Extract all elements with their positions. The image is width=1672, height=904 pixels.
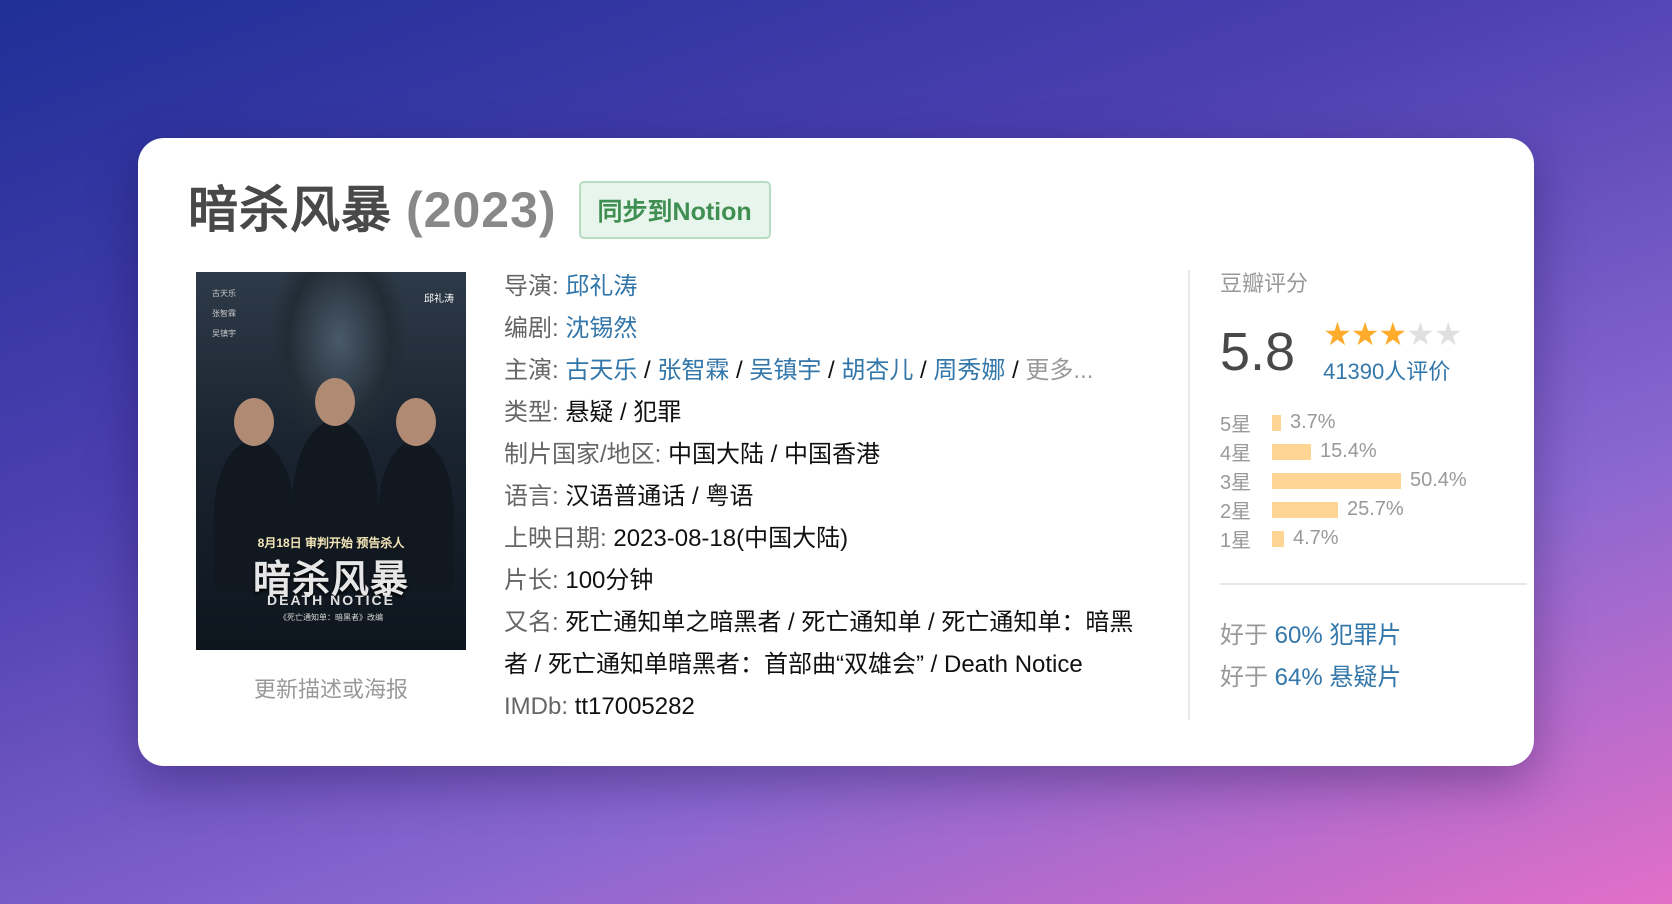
info-label: 主演: (504, 357, 566, 384)
genre-value: 悬疑 / 犯罪 (565, 399, 682, 426)
sync-notion-button[interactable]: 同步到Notion (578, 181, 771, 239)
better-than-link[interactable]: 64% 悬疑片 (1275, 664, 1402, 691)
star-filled-icon: ★ (1378, 316, 1407, 352)
separator: / (821, 357, 842, 384)
rating-bar (1272, 530, 1284, 547)
director-link[interactable]: 邱礼涛 (565, 273, 637, 300)
info-label: 上映日期: (504, 525, 614, 552)
star-empty-icon: ★ (1406, 316, 1435, 352)
imdb-value: tt17005282 (574, 693, 695, 720)
info-release: 上映日期: 2023-08-18(中国大陆) (504, 518, 1154, 560)
writer-link[interactable]: 沈锡然 (565, 315, 637, 342)
star-rating: ★★★★★ (1323, 316, 1463, 352)
rating-distribution-row: 3星 50.4% (1220, 466, 1520, 495)
cast-more-link[interactable]: 更多... (1025, 357, 1093, 384)
star-level-label: 5星 (1220, 414, 1252, 436)
star-level-label: 4星 (1220, 443, 1252, 465)
poster-credit: 张智霖 (212, 309, 236, 318)
rating-distribution-row: 2星 25.7% (1220, 495, 1520, 524)
rating-percent: 3.7% (1290, 411, 1336, 433)
poster-novel-line: 《死亡通知单：暗黑者》改编 (279, 613, 383, 622)
separator: / (913, 357, 934, 384)
movie-year: (2023) (406, 182, 557, 238)
rating-header: 豆瓣评分 (1220, 271, 1309, 296)
poster-section: 古天乐 张智霖 吴镇宇 邱礼涛 8月18日 审判开始 预告杀人 暗杀风暴 DEA… (196, 272, 466, 704)
separator: / (637, 357, 658, 384)
rating-count-link[interactable]: 41390人评价 (1323, 354, 1461, 386)
info-label: 语言: (504, 483, 566, 510)
cast-link[interactable]: 古天乐 (565, 357, 637, 384)
rating-bar (1272, 501, 1338, 518)
language-value: 汉语普通话 / 粤语 (565, 483, 754, 510)
poster-english-title: DEATH NOTICE (267, 592, 395, 608)
better-than-prefix: 好于 (1220, 664, 1275, 691)
rating-distribution-row: 1星 4.7% (1220, 524, 1520, 553)
poster-director: 邱礼涛 (424, 294, 454, 305)
release-value: 2023-08-18(中国大陆) (613, 525, 849, 552)
poster-credit: 吴镇宇 (212, 329, 236, 338)
info-label: 片长: (504, 567, 566, 594)
movie-title: 暗杀风暴 (188, 182, 392, 238)
rating-bar (1272, 443, 1311, 460)
horizontal-divider (1220, 583, 1527, 585)
info-language: 语言: 汉语普通话 / 粤语 (504, 476, 1154, 518)
movie-info: 导演: 邱礼涛 编剧: 沈锡然 主演: 古天乐 / 张智霖 / 吴镇宇 / 胡杏… (504, 266, 1154, 728)
info-country: 制片国家/地区: 中国大陆 / 中国香港 (504, 434, 1154, 476)
info-label: 又名: (504, 609, 566, 636)
movie-card: 暗杀风暴 (2023) 同步到Notion 古天乐 张智霖 吴镇宇 邱礼涛 8月1… (138, 138, 1534, 766)
rating-bar (1272, 472, 1401, 489)
rating-score: 5.8 (1220, 322, 1296, 382)
cast-link[interactable]: 张智霖 (657, 357, 729, 384)
cast-link[interactable]: 吴镇宇 (749, 357, 821, 384)
vertical-divider (1188, 270, 1190, 720)
info-writer: 编剧: 沈锡然 (504, 308, 1154, 350)
score-row: 5.8 ★★★★★ 41390人评价 (1220, 318, 1520, 386)
cast-link[interactable]: 周秀娜 (933, 357, 1005, 384)
rating-distribution-row: 5星 3.7% (1220, 408, 1520, 437)
title-row: 暗杀风暴 (2023) 同步到Notion (188, 170, 771, 242)
rating-percent: 50.4% (1410, 469, 1467, 491)
better-than-link[interactable]: 60% 犯罪片 (1275, 622, 1402, 649)
rating-percent: 15.4% (1320, 440, 1377, 462)
star-empty-icon: ★ (1433, 316, 1463, 352)
better-than-prefix: 好于 (1220, 622, 1275, 649)
info-label: 类型: (504, 399, 566, 426)
info-imdb: IMDb: tt17005282 (504, 686, 1154, 728)
star-level-label: 3星 (1220, 472, 1252, 494)
rating-distribution: 5星 3.7% 4星 15.4% 3星 50.4% 2星 25.7% 1星 4.7% (1220, 408, 1520, 553)
update-poster-link[interactable]: 更新描述或海报 (196, 672, 466, 704)
star-filled-icon: ★ (1350, 316, 1380, 352)
rating-panel: 豆瓣评分 5.8 ★★★★★ 41390人评价 5星 3.7% 4星 15.4% 3星 5… (1220, 266, 1527, 699)
poster-credit: 古天乐 (212, 289, 236, 298)
rating-distribution-row: 4星 15.4% (1220, 437, 1520, 466)
info-aka: 又名: 死亡通知单之暗黑者 / 死亡通知单 / 死亡通知单：暗黑者 / 死亡通知… (504, 602, 1154, 686)
info-label: 导演: (504, 273, 566, 300)
runtime-value: 100分钟 (565, 567, 654, 594)
country-value: 中国大陆 / 中国香港 (668, 441, 881, 468)
info-genre: 类型: 悬疑 / 犯罪 (504, 392, 1154, 434)
aka-value: 死亡通知单之暗黑者 / 死亡通知单 / 死亡通知单：暗黑者 / 死亡通知单暗黑者… (504, 609, 1134, 678)
better-than: 好于 60% 犯罪片 好于 64% 悬疑片 (1220, 615, 1520, 699)
info-label: IMDb: (504, 693, 575, 720)
star-level-label: 2星 (1220, 501, 1252, 523)
info-director: 导演: 邱礼涛 (504, 266, 1154, 308)
stars-box: ★★★★★ 41390人评价 (1323, 316, 1463, 386)
rating-percent: 4.7% (1293, 527, 1339, 549)
separator: / (1005, 357, 1026, 384)
info-label: 制片国家/地区: (504, 441, 669, 468)
page-title: 暗杀风暴 (2023) (188, 170, 557, 242)
rating-bar (1272, 414, 1281, 431)
info-label: 编剧: (504, 315, 566, 342)
better-than-row: 好于 64% 悬疑片 (1220, 657, 1520, 699)
star-filled-icon: ★ (1323, 316, 1352, 352)
info-cast: 主演: 古天乐 / 张智霖 / 吴镇宇 / 胡杏儿 / 周秀娜 / 更多... (504, 350, 1154, 392)
star-level-label: 1星 (1220, 530, 1252, 552)
cast-link[interactable]: 胡杏儿 (841, 357, 913, 384)
better-than-row: 好于 60% 犯罪片 (1220, 615, 1520, 657)
movie-poster[interactable]: 古天乐 张智霖 吴镇宇 邱礼涛 8月18日 审判开始 预告杀人 暗杀风暴 DEA… (196, 272, 466, 650)
rating-percent: 25.7% (1347, 498, 1404, 520)
info-runtime: 片长: 100分钟 (504, 560, 1154, 602)
separator: / (729, 357, 750, 384)
